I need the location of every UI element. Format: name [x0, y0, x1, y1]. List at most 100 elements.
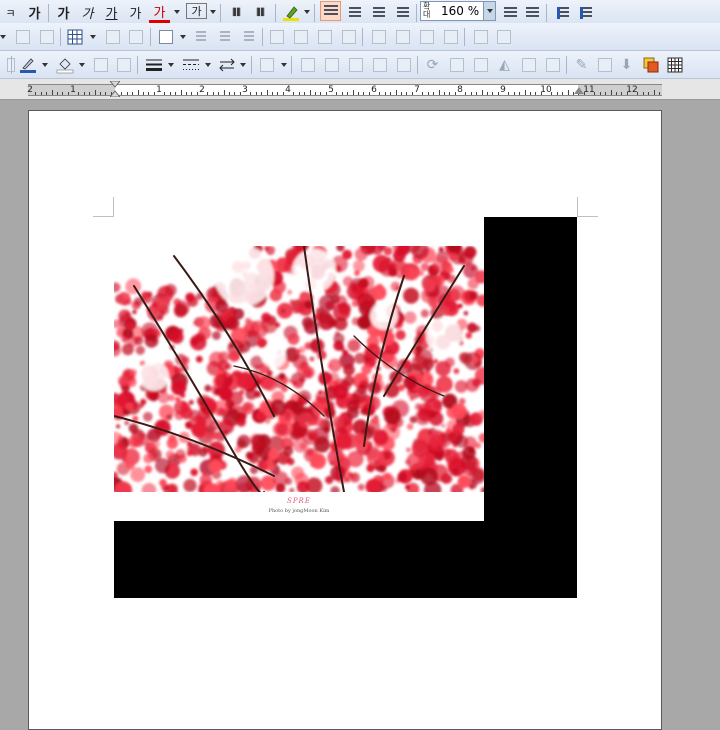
line-color-dropdown-icon[interactable] [42, 63, 48, 67]
cell-width-equal-icon[interactable] [368, 27, 389, 47]
horizontal-ruler[interactable]: 2 1 1 2 3 4 5 6 7 8 9 10 11 12 [0, 79, 720, 100]
leaf-mark [309, 356, 315, 362]
table-cell-icon[interactable] [125, 27, 146, 47]
table-insert-below-icon[interactable] [36, 27, 57, 47]
ruler-tick [465, 92, 467, 95]
bold-button[interactable]: 가 [53, 3, 74, 23]
skew-icon[interactable] [470, 55, 491, 75]
font-size-increase-button[interactable]: 가 [24, 3, 45, 23]
crop-icon[interactable] [542, 55, 563, 75]
edit-points-icon[interactable] [518, 55, 539, 75]
toolbar-separator [251, 56, 252, 74]
cell-merge-icon[interactable] [290, 27, 311, 47]
table-grid-dropdown-icon[interactable] [90, 35, 96, 39]
underline-button[interactable]: 가 [101, 3, 122, 23]
leaf-mark [292, 381, 298, 386]
paragraph-border-dropdown-icon[interactable] [180, 35, 186, 39]
table-insert-above-icon[interactable] [12, 27, 33, 47]
bullet-list-icon[interactable] [575, 3, 596, 23]
line-thickness-dropdown-icon[interactable] [168, 63, 174, 67]
document-page[interactable]: SPRE Photo by jongMoon Kim [28, 110, 662, 730]
ruler-tick [121, 92, 123, 95]
numbered-list-icon[interactable] [552, 3, 573, 23]
eraser-icon[interactable] [594, 55, 615, 75]
arrow-style-dropdown-icon[interactable] [240, 63, 246, 67]
char-spacing-narrow-icon[interactable]: ⫼⫼ [226, 3, 247, 23]
table-calc-icon[interactable] [470, 27, 491, 47]
cell-shade-icon[interactable] [314, 27, 335, 47]
send-backward-icon[interactable] [113, 55, 134, 75]
shadow-dropdown-icon[interactable] [281, 63, 287, 67]
grid-icon[interactable] [664, 55, 685, 75]
char-border-button[interactable]: 가 [186, 3, 207, 19]
line-style-dropdown-icon[interactable] [205, 63, 211, 67]
document-workspace[interactable]: SPRE Photo by jongMoon Kim [0, 101, 720, 730]
rotate-icon[interactable]: ⟳ [422, 55, 443, 75]
cell-bottom-align-icon[interactable] [238, 27, 259, 47]
align-right-button[interactable] [392, 3, 413, 23]
object-properties-icon[interactable] [640, 55, 661, 75]
object-align-icon[interactable] [345, 55, 366, 75]
toolbar-separator [314, 4, 315, 22]
leaf-mark [417, 407, 432, 422]
right-indent-marker-icon[interactable] [574, 87, 584, 94]
flip-icon[interactable] [446, 55, 467, 75]
mirror-icon[interactable]: ◭ [494, 55, 515, 75]
draw-pen-icon[interactable]: ✎ [571, 55, 592, 75]
line-style-icon[interactable] [180, 55, 201, 75]
superscript-button[interactable]: ㅋ [0, 3, 21, 23]
align-center-button[interactable] [368, 3, 389, 23]
cell-split-icon[interactable] [266, 27, 287, 47]
line-thickness-icon[interactable] [143, 55, 164, 75]
zoom-select[interactable]: 확대 160 % [420, 1, 496, 21]
sky-gap [292, 249, 336, 293]
char-border-dropdown-icon[interactable] [210, 10, 216, 14]
font-color-dropdown-icon[interactable] [174, 10, 180, 14]
shadow-icon[interactable] [256, 55, 277, 75]
cell-top-align-icon[interactable] [190, 27, 211, 47]
table-border-icon[interactable] [102, 27, 123, 47]
caption-credit: Photo by jongMoon Kim [268, 508, 330, 514]
zoom-value[interactable]: 160 % [437, 4, 483, 18]
ruler-tick [62, 92, 64, 95]
indent-decrease-icon[interactable] [500, 3, 521, 23]
indent-marker-icon[interactable] [110, 81, 120, 97]
align-left-button[interactable] [344, 3, 365, 23]
bring-forward-icon[interactable] [90, 55, 111, 75]
italic-button[interactable]: 가 [77, 3, 98, 23]
row2-dropdown-icon[interactable] [0, 35, 6, 39]
line-color-pen-icon[interactable] [17, 55, 38, 75]
fill-color-bucket-icon[interactable] [54, 55, 75, 75]
highlight-dropdown-icon[interactable] [304, 10, 310, 14]
fill-color-dropdown-icon[interactable] [79, 63, 85, 67]
cell-format-icon[interactable] [338, 27, 359, 47]
group-icon[interactable] [297, 55, 318, 75]
leaf-mark [357, 483, 365, 491]
envelope-icon[interactable] [393, 55, 414, 75]
strikethrough-button[interactable]: 가 [125, 3, 146, 23]
maple-leaves-photo[interactable] [114, 246, 484, 492]
font-color-button[interactable]: 가 [149, 3, 170, 23]
align-justify-button[interactable] [320, 1, 341, 21]
highlight-pen-icon[interactable] [280, 3, 301, 23]
cell-middle-align-icon[interactable] [214, 27, 235, 47]
zoom-dropdown-icon[interactable] [483, 2, 495, 20]
ruler-tick [551, 92, 553, 95]
arrow-style-icon[interactable] [216, 55, 237, 75]
table-sort-icon[interactable] [493, 27, 514, 47]
leaf-mark [353, 260, 365, 272]
ungroup-icon[interactable] [321, 55, 342, 75]
toolbar-separator [275, 4, 276, 22]
indent-increase-icon[interactable] [522, 3, 543, 23]
cell-height-equal-icon[interactable] [392, 27, 413, 47]
cell-insert-row-icon[interactable] [440, 27, 461, 47]
leaf-mark [122, 343, 134, 356]
down-arrow-icon[interactable]: ⬇ [616, 55, 637, 75]
leaf-mark [424, 366, 431, 373]
cell-insert-col-icon[interactable] [416, 27, 437, 47]
leaf-mark [159, 422, 165, 428]
table-grid-icon[interactable] [64, 27, 85, 47]
char-spacing-wide-icon[interactable]: ⫼⫼ [250, 3, 271, 23]
object-distribute-icon[interactable] [369, 55, 390, 75]
paragraph-border-icon[interactable] [155, 27, 176, 47]
